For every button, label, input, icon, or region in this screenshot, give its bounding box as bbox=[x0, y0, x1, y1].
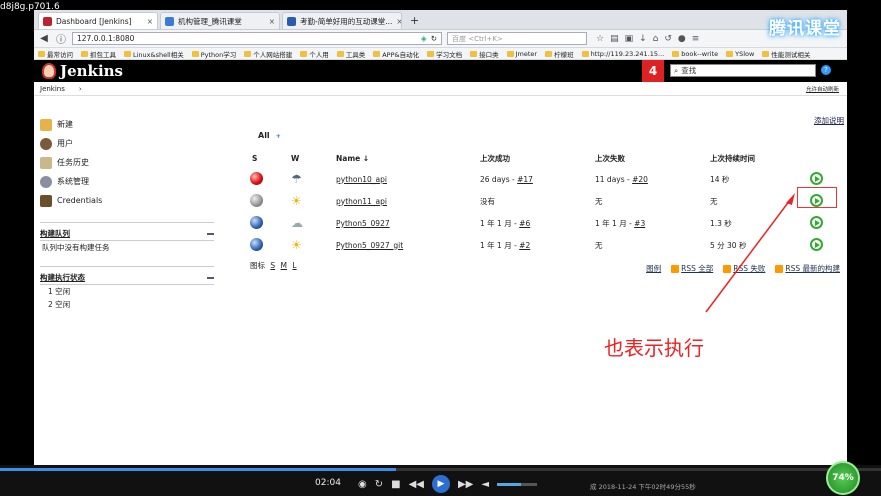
cpu-percent-badge[interactable]: 74% bbox=[826, 461, 860, 495]
forward-icon[interactable]: ▶▶ bbox=[458, 479, 473, 490]
volume-slider[interactable] bbox=[497, 482, 538, 486]
playback-progress[interactable] bbox=[0, 468, 881, 471]
playback-time: 02:04 bbox=[315, 478, 341, 488]
volume-icon[interactable]: ◄ bbox=[481, 479, 489, 490]
system-tray-text: 成 2018-11-24 下午02时49分55秒 bbox=[590, 483, 696, 491]
annotation-arrow bbox=[705, 193, 795, 313]
player-controls: ◉ ↻ ■ ◀◀ ▶ ▶▶ ◄ bbox=[358, 475, 538, 493]
loop-icon[interactable]: ↻ bbox=[375, 479, 383, 490]
progress-fill bbox=[0, 468, 397, 471]
annotation-text: 也表示执行 bbox=[604, 336, 704, 360]
subtitle-icon[interactable]: ◉ bbox=[358, 479, 367, 490]
rewind-icon[interactable]: ◀◀ bbox=[409, 479, 424, 490]
volume-fill bbox=[497, 482, 522, 486]
play-button[interactable]: ▶ bbox=[431, 475, 450, 493]
watermark: d8j8g.p701.6 bbox=[0, 2, 60, 12]
stop-icon[interactable]: ■ bbox=[391, 479, 400, 490]
